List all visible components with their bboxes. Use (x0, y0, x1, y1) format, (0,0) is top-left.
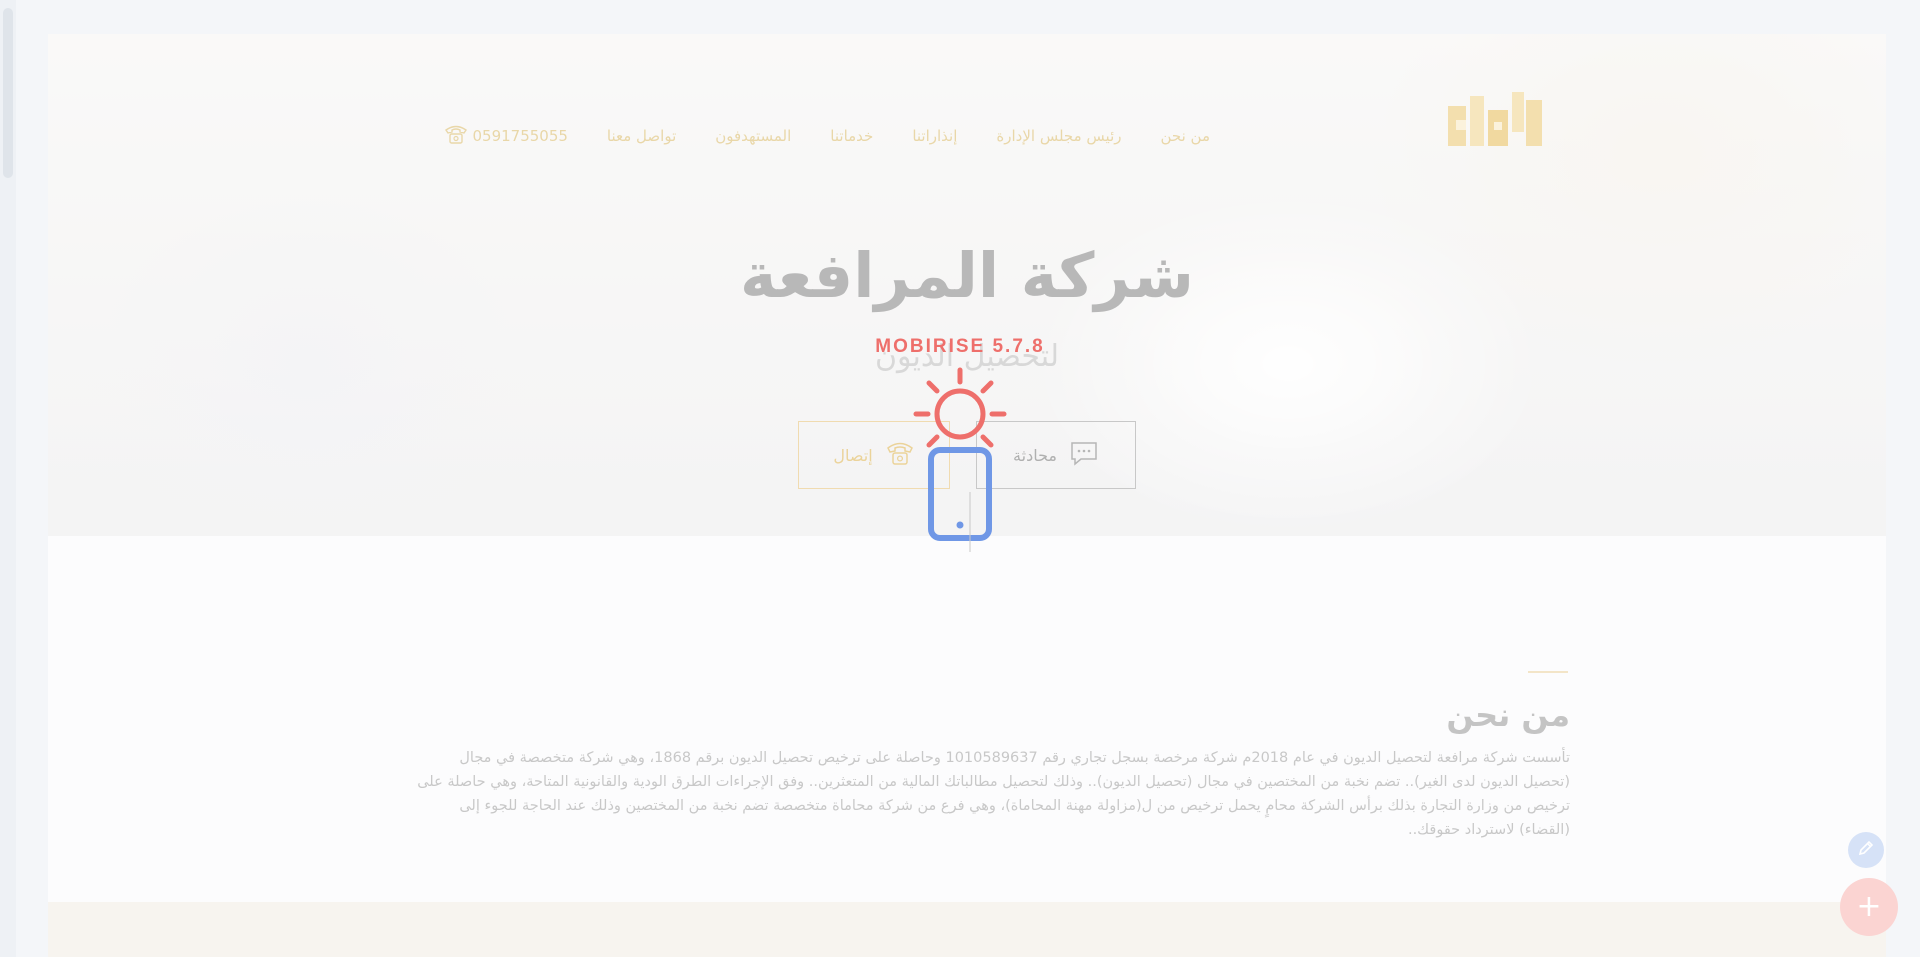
plus-icon: + (1856, 889, 1882, 924)
nav-item-about[interactable]: من نحن (1161, 127, 1211, 145)
edit-button[interactable] (1848, 832, 1884, 868)
phone-number: 0591755055 (472, 127, 568, 145)
main-nav: من نحن رئيس مجلس الإدارة إنذاراتنا خدمات… (444, 124, 1210, 148)
phone-icon (444, 124, 468, 148)
mobile-icon (928, 447, 992, 552)
section-divider (1528, 671, 1568, 673)
nav-item-warnings[interactable]: إنذاراتنا (912, 127, 957, 145)
sun-icon (913, 367, 1007, 448)
loading-overlay: MOBIRISE 5.7.8 (860, 336, 1060, 566)
next-section (48, 902, 1886, 957)
loader-brand: MOBIRISE 5.7.8 (875, 336, 1045, 357)
add-block-button[interactable]: + (1840, 878, 1898, 936)
nav-item-contact[interactable]: تواصل معنا (607, 127, 676, 145)
about-body: تأسست شركة مرافعة لتحصيل الديون في عام 2… (417, 750, 1570, 838)
chat-icon (1069, 440, 1099, 470)
nav-phone-link[interactable]: 0591755055 (444, 124, 568, 148)
logo-icon[interactable] (1448, 92, 1542, 148)
about-title: من نحن (1446, 696, 1570, 734)
nav-item-targets[interactable]: المستهدفون (715, 127, 791, 145)
scrollbar[interactable] (0, 0, 16, 957)
pencil-icon (1856, 838, 1876, 862)
nav-item-chairman[interactable]: رئيس مجلس الإدارة (996, 127, 1121, 145)
page-title: شركة المرافعة (740, 239, 1194, 312)
loader-graphic (860, 362, 1060, 562)
scrollbar-thumb[interactable] (3, 8, 13, 178)
nav-item-services[interactable]: خدماتنا (830, 127, 873, 145)
